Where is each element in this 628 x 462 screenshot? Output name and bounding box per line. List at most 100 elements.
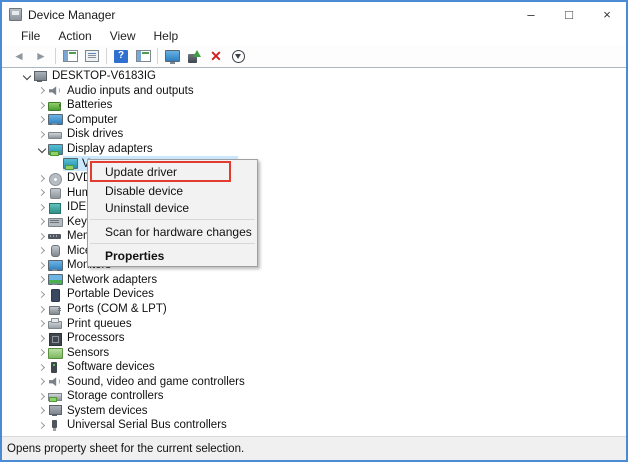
context-menu-item-update-driver[interactable]: Update driver — [88, 162, 257, 182]
tree-row-content[interactable]: Ports (COM & LPT) — [48, 302, 171, 317]
menu-help[interactable]: Help — [145, 28, 188, 45]
update-driver-button[interactable] — [183, 46, 205, 66]
network-adapter-icon — [48, 274, 61, 285]
chevron-right-icon[interactable] — [37, 391, 48, 402]
disable-device-button[interactable] — [227, 46, 249, 66]
chevron-down-icon[interactable] — [22, 71, 33, 82]
uninstall-device-icon: ✕ — [210, 49, 222, 63]
tree-item-label: Portable Devices — [67, 288, 154, 300]
ide-controller-icon — [48, 202, 61, 213]
chevron-right-icon[interactable] — [37, 114, 48, 125]
chevron-right-icon[interactable] — [37, 274, 48, 285]
tree-item-portable-devices[interactable]: Portable Devices — [2, 287, 626, 302]
maximize-button[interactable]: □ — [550, 2, 588, 27]
device-manager-icon — [9, 8, 22, 21]
back-button[interactable]: ◄ — [8, 46, 30, 66]
menu-file[interactable]: File — [12, 28, 49, 45]
chevron-right-icon[interactable] — [37, 289, 48, 300]
tree-item-ports-com-lpt[interactable]: Ports (COM & LPT) — [2, 302, 626, 317]
show-action-pane-button[interactable] — [132, 46, 154, 66]
minimize-button[interactable]: – — [512, 2, 550, 27]
tree-item-sensors[interactable]: Sensors — [2, 345, 626, 360]
chevron-right-icon[interactable] — [37, 173, 48, 184]
tree-item-batteries[interactable]: Batteries — [2, 98, 626, 113]
tree-row-content[interactable]: Sensors — [48, 345, 113, 360]
tree-item-sound-video-game-controllers[interactable]: Sound, video and game controllers — [2, 374, 626, 389]
chevron-right-icon[interactable] — [37, 202, 48, 213]
tree-row-content[interactable]: Batteries — [48, 98, 116, 113]
tree-item-label: Display adapters — [67, 143, 153, 155]
tree-item-display-adapters[interactable]: Display adapters — [2, 142, 626, 157]
help-button[interactable]: ? — [110, 46, 132, 66]
show-console-tree-button[interactable] — [59, 46, 81, 66]
menu-bar: File Action View Help — [2, 27, 626, 45]
toolbar: ◄►? ✕ — [2, 45, 626, 68]
chevron-right-icon[interactable] — [37, 376, 48, 387]
chevron-right-icon[interactable] — [37, 362, 48, 373]
tree-row-content[interactable]: Sound, video and game controllers — [48, 374, 249, 389]
tree-row-content[interactable]: Storage controllers — [48, 389, 168, 404]
chevron-right-icon[interactable] — [37, 216, 48, 227]
tree-item-computer[interactable]: Computer — [2, 113, 626, 128]
tree-row-content[interactable]: Network adapters — [48, 273, 161, 288]
tree-row-content[interactable]: Display adapters — [48, 142, 157, 157]
chevron-right-icon[interactable] — [37, 231, 48, 242]
toolbar-separator — [55, 48, 56, 64]
scan-hardware-changes-icon — [165, 50, 180, 62]
close-button[interactable]: × — [588, 2, 626, 27]
tree-item-desktop-root[interactable]: DESKTOP-V6183IG — [2, 69, 626, 84]
portable-device-icon — [48, 289, 61, 300]
context-menu-item-properties[interactable]: Properties — [88, 247, 257, 264]
properties-page-button[interactable] — [81, 46, 103, 66]
tree-item-software-devices[interactable]: Software devices — [2, 360, 626, 375]
tree-row-content[interactable]: Software devices — [48, 360, 159, 375]
tree-row-content[interactable]: Computer — [48, 113, 122, 128]
tree-item-label: Batteries — [67, 99, 112, 111]
tree-item-processors[interactable]: Processors — [2, 331, 626, 346]
context-menu-item-uninstall-device[interactable]: Uninstall device — [88, 199, 257, 216]
toolbar-separator — [106, 48, 107, 64]
chevron-right-icon[interactable] — [37, 100, 48, 111]
tree-item-universal-serial-bus-controllers[interactable]: Universal Serial Bus controllers — [2, 418, 626, 433]
printer-icon — [48, 318, 61, 329]
chevron-right-icon[interactable] — [37, 347, 48, 358]
tree-item-disk-drives[interactable]: Disk drives — [2, 127, 626, 142]
tree-row-content[interactable]: Audio inputs and outputs — [48, 84, 198, 99]
chevron-right-icon[interactable] — [37, 405, 48, 416]
scan-hardware-changes-button[interactable] — [161, 46, 183, 66]
disc-drive-icon — [48, 173, 61, 184]
tree-row-content[interactable]: DESKTOP-V6183IG — [33, 69, 160, 84]
chevron-right-icon[interactable] — [37, 318, 48, 329]
chevron-right-icon[interactable] — [37, 260, 48, 271]
context-menu-item-scan-for-hardware-changes[interactable]: Scan for hardware changes — [88, 223, 257, 240]
tree-item-system-devices[interactable]: System devices — [2, 404, 626, 419]
chevron-right-icon[interactable] — [37, 304, 48, 315]
chevron-down-icon[interactable] — [37, 144, 48, 155]
system-device-icon — [48, 405, 61, 416]
tree-row-content[interactable]: Portable Devices — [48, 287, 158, 302]
tree-item-label: Computer — [67, 114, 118, 126]
forward-button[interactable]: ► — [30, 46, 52, 66]
toolbar-separator — [157, 48, 158, 64]
chevron-right-icon[interactable] — [37, 85, 48, 96]
uninstall-device-button[interactable]: ✕ — [205, 46, 227, 66]
context-menu-item-disable-device[interactable]: Disable device — [88, 182, 257, 199]
chevron-right-icon[interactable] — [37, 420, 48, 431]
tree-row-content[interactable]: System devices — [48, 404, 152, 419]
tree-row-content[interactable]: Universal Serial Bus controllers — [48, 418, 231, 433]
tree-item-network-adapters[interactable]: Network adapters — [2, 273, 626, 288]
menu-view[interactable]: View — [101, 28, 145, 45]
tree-item-audio-inputs-and-outputs[interactable]: Audio inputs and outputs — [2, 84, 626, 99]
tree-row-content[interactable]: Processors — [48, 331, 129, 346]
tree-item-label: Ports (COM & LPT) — [67, 303, 167, 315]
show-action-pane-icon — [136, 50, 151, 62]
tree-row-content[interactable]: Print queues — [48, 316, 136, 331]
menu-action[interactable]: Action — [49, 28, 100, 45]
tree-item-storage-controllers[interactable]: Storage controllers — [2, 389, 626, 404]
chevron-right-icon[interactable] — [37, 333, 48, 344]
chevron-right-icon[interactable] — [37, 187, 48, 198]
chevron-right-icon[interactable] — [37, 245, 48, 256]
tree-item-print-queues[interactable]: Print queues — [2, 316, 626, 331]
tree-row-content[interactable]: Disk drives — [48, 127, 127, 142]
chevron-right-icon[interactable] — [37, 129, 48, 140]
